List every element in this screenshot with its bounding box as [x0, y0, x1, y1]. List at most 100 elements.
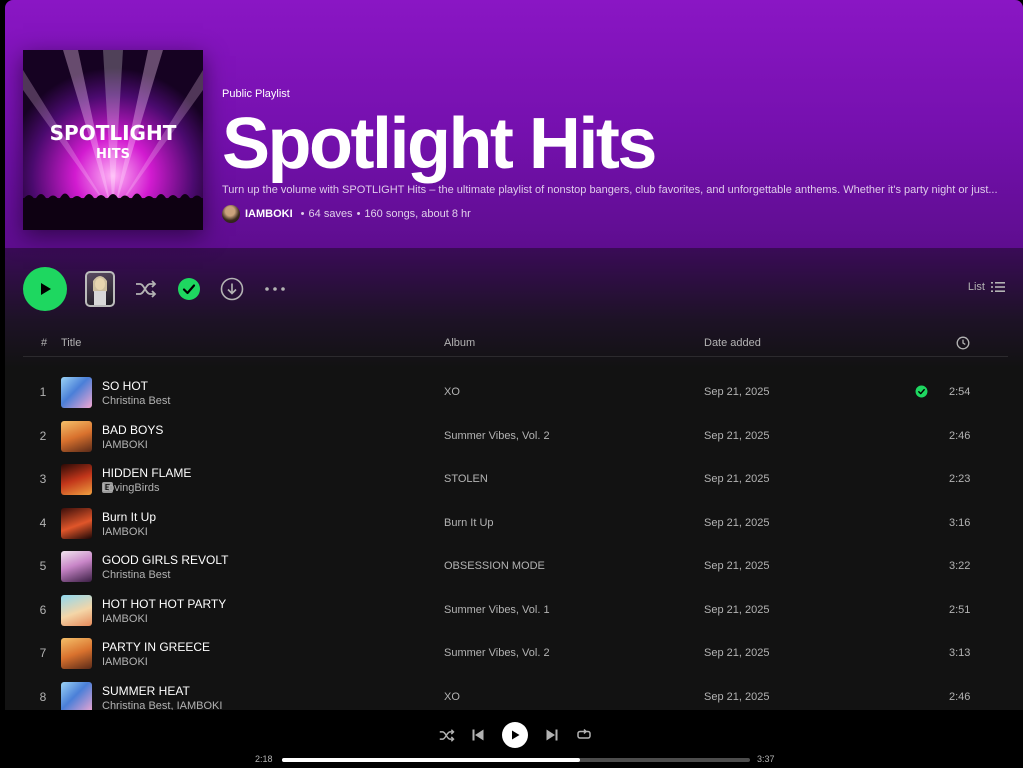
track-number: 7: [39, 646, 47, 660]
more-icon: [265, 287, 285, 291]
track-number: 5: [39, 559, 47, 573]
column-number: #: [41, 337, 48, 349]
playlist-cover[interactable]: SPOTLIGHT HITS: [23, 50, 203, 230]
track-album[interactable]: Summer Vibes, Vol. 2: [444, 430, 550, 442]
track-duration: 3:13: [949, 647, 971, 659]
track-date-added: Sep 21, 2025: [704, 516, 770, 529]
track-number: 8: [39, 689, 47, 704]
track-date-added: Sep 21, 2025: [704, 647, 770, 659]
playlist-meta: IAMBOKI • 64 saves • 160 songs, about 8 …: [222, 205, 1005, 223]
playlist-title[interactable]: Spotlight Hits: [222, 106, 1005, 182]
owner-avatar[interactable]: [222, 205, 240, 223]
next-button[interactable]: [544, 727, 560, 743]
table-row[interactable]: 8 SUMMER HEAT Christina Best, IAMBOKI XO…: [23, 675, 1008, 711]
track-title[interactable]: HIDDEN FLAME: [102, 466, 191, 480]
playlist-info: Public Playlist Spotlight Hits Turn up t…: [222, 88, 1005, 223]
track-artist[interactable]: IAMBOKI: [102, 526, 148, 538]
table-row[interactable]: 5 GOOD GIRLS REVOLT Christina Best OBSES…: [23, 544, 1008, 588]
column-duration[interactable]: [956, 336, 970, 353]
repeat-icon: [577, 729, 591, 739]
playlist-type-label: Public Playlist: [222, 88, 290, 100]
track-album[interactable]: XO: [444, 691, 460, 703]
track-title[interactable]: HOT HOT HOT PARTY: [102, 597, 226, 611]
track-number: 2: [39, 428, 47, 443]
playlist-description: Turn up the volume with SPOTLIGHT Hits –…: [222, 184, 998, 196]
track-date-added: Sep 21, 2025: [704, 386, 770, 398]
track-thumbnail: [61, 464, 92, 495]
playlist-view: SPOTLIGHT HITS Public Playlist Spotlight…: [5, 0, 1023, 710]
column-title[interactable]: Title: [61, 337, 81, 349]
track-artist[interactable]: IAMBOKI: [102, 439, 148, 451]
track-saved-indicator[interactable]: [915, 385, 928, 401]
owner-link[interactable]: IAMBOKI: [245, 208, 293, 220]
track-artist[interactable]: Christina Best: [102, 569, 170, 581]
playlist-summary: 160 songs, about 8 hr: [364, 208, 471, 220]
track-duration: 2:46: [949, 429, 971, 442]
track-title[interactable]: SO HOT: [102, 379, 148, 393]
track-thumbnail: [61, 681, 92, 710]
progress-fill: [282, 758, 580, 762]
track-duration: 2:51: [949, 603, 971, 616]
track-album[interactable]: STOLEN: [444, 473, 488, 485]
progress-bar[interactable]: [282, 758, 750, 762]
saved-check-icon: [915, 385, 928, 398]
track-duration: 2:23: [949, 473, 971, 485]
playlist-preview-thumbnail[interactable]: [85, 271, 115, 307]
cover-subtitle-text: HITS: [96, 147, 130, 162]
track-duration: 3:22: [949, 560, 971, 572]
previous-button[interactable]: [470, 727, 486, 743]
track-album[interactable]: Summer Vibes, Vol. 2: [444, 647, 550, 659]
track-album[interactable]: XO: [444, 386, 460, 398]
track-date-added: Sep 21, 2025: [704, 690, 770, 703]
download-button[interactable]: [220, 277, 244, 301]
track-album[interactable]: OBSESSION MODE: [444, 560, 545, 572]
view-mode-button[interactable]: List: [968, 281, 1005, 293]
track-artist[interactable]: LovingBirds: [102, 482, 159, 494]
track-thumbnail: [61, 420, 92, 452]
clock-icon: [956, 336, 970, 350]
cover-title-text: SPOTLIGHT: [50, 121, 177, 145]
track-number: 3: [39, 472, 47, 486]
player-play-button[interactable]: [502, 722, 528, 748]
table-row[interactable]: 3 HIDDEN FLAME E LovingBirds STOLEN Sep 2…: [23, 457, 1008, 501]
total-time: 3:37: [757, 754, 775, 764]
more-options-button[interactable]: [263, 281, 287, 297]
track-title[interactable]: PARTY IN GREECE: [102, 640, 210, 654]
table-row[interactable]: 1 SO HOT Christina Best XO Sep 21, 2025 …: [23, 370, 1008, 414]
player-shuffle-button[interactable]: [438, 727, 456, 743]
track-title[interactable]: BAD BOYS: [102, 423, 163, 437]
shuffle-icon: [136, 280, 157, 298]
table-row[interactable]: 4 Burn It Up IAMBOKI Burn It Up Sep 21, …: [23, 501, 1008, 545]
table-row[interactable]: 2 BAD BOYS IAMBOKI Summer Vibes, Vol. 2 …: [23, 414, 1008, 458]
track-date-added: Sep 21, 2025: [704, 429, 770, 442]
track-title[interactable]: Burn It Up: [102, 510, 156, 524]
track-title[interactable]: GOOD GIRLS REVOLT: [102, 553, 228, 567]
view-mode-label: List: [967, 281, 985, 293]
column-album[interactable]: Album: [444, 337, 475, 349]
track-number: 6: [39, 602, 47, 617]
play-button[interactable]: [23, 267, 67, 311]
table-row[interactable]: 7 PARTY IN GREECE IAMBOKI Summer Vibes, …: [23, 631, 1008, 675]
tracklist-header: # Title Album Date added: [23, 333, 1008, 357]
play-icon: [512, 730, 520, 740]
column-date-added[interactable]: Date added: [704, 337, 761, 349]
track-artist[interactable]: IAMBOKI: [102, 613, 148, 625]
track-artist[interactable]: Christina Best, IAMBOKI: [102, 700, 222, 711]
repeat-button[interactable]: [576, 727, 592, 743]
track-album[interactable]: Burn It Up: [444, 517, 494, 529]
shuffle-icon: [439, 728, 455, 742]
shuffle-button[interactable]: [133, 277, 159, 301]
track-artist[interactable]: Christina Best: [102, 395, 170, 407]
track-duration: 2:54: [949, 386, 971, 398]
saves-count: 64 saves: [308, 208, 353, 220]
track-number: 1: [39, 385, 47, 399]
saved-to-library-button[interactable]: [177, 277, 201, 301]
track-album[interactable]: Summer Vibes, Vol. 1: [444, 604, 550, 616]
download-icon: [220, 277, 244, 301]
track-date-added: Sep 21, 2025: [704, 560, 770, 572]
track-title[interactable]: SUMMER HEAT: [102, 684, 190, 698]
table-row[interactable]: 6 HOT HOT HOT PARTY IAMBOKI Summer Vibes…: [23, 588, 1008, 632]
track-thumbnail: [61, 594, 92, 626]
track-artist[interactable]: IAMBOKI: [102, 656, 148, 668]
track-duration: 2:46: [949, 690, 971, 703]
